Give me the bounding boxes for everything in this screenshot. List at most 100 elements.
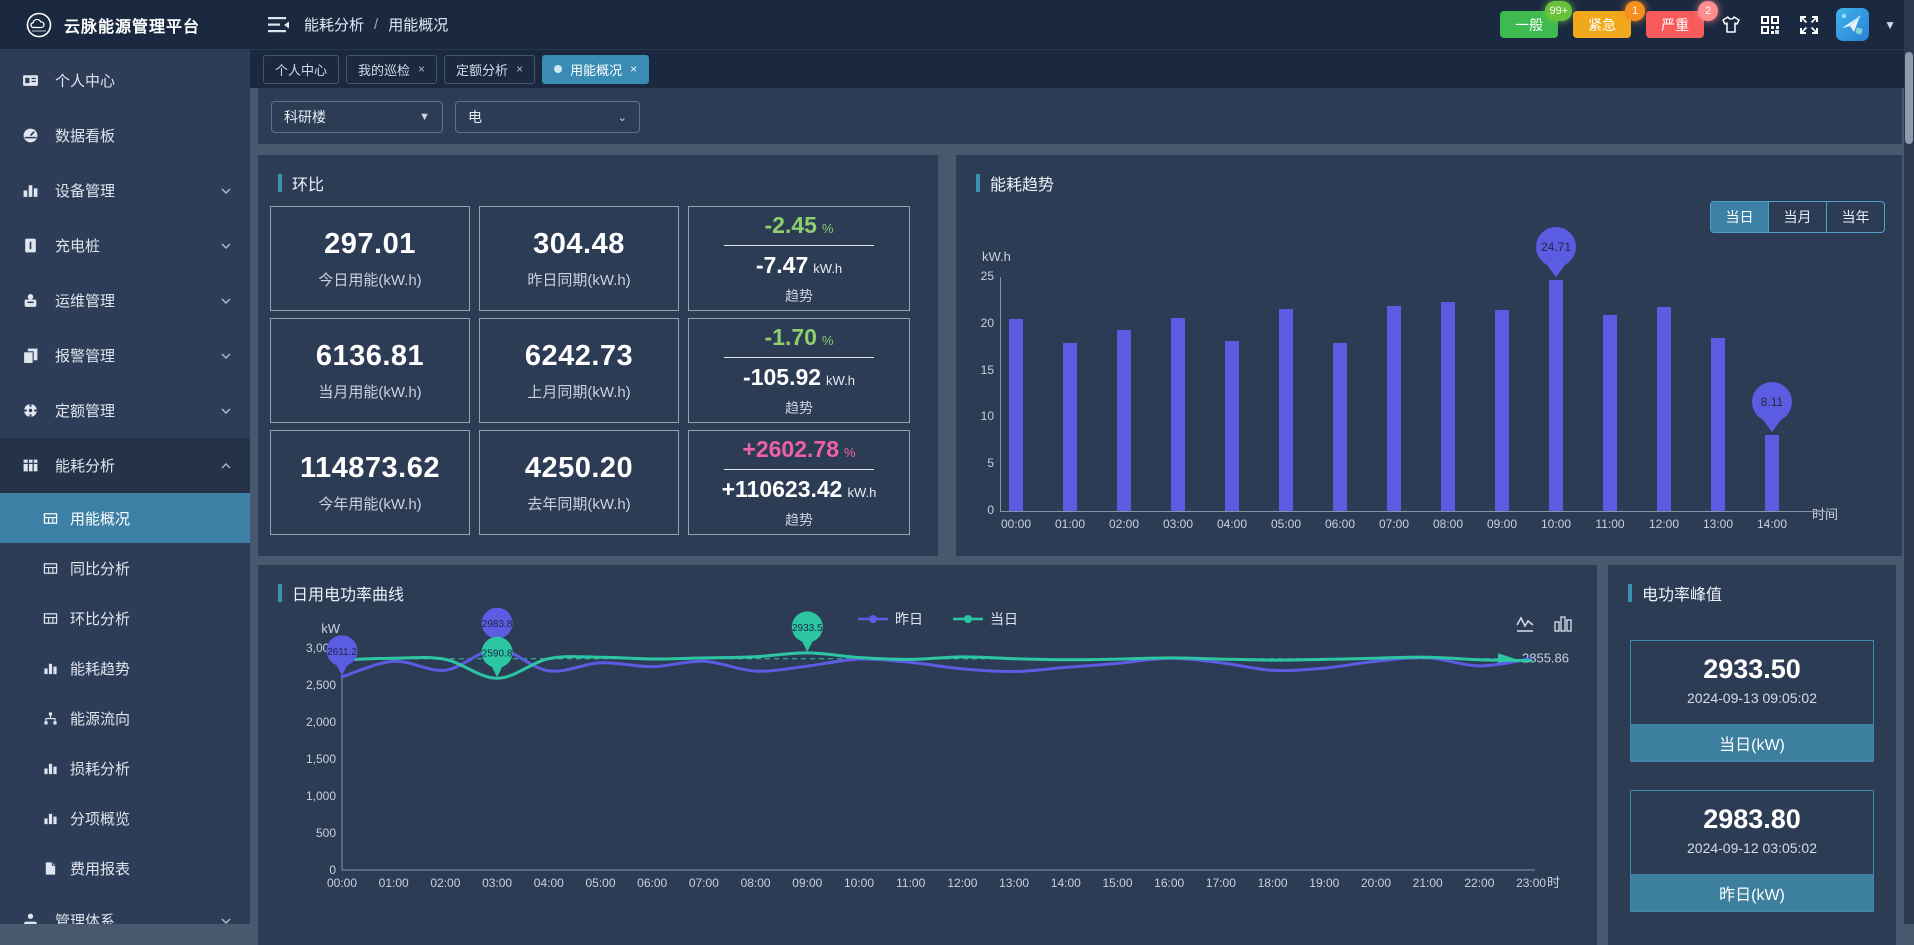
org-icon bbox=[22, 912, 39, 924]
tab-energy-overview[interactable]: 用能概况 × bbox=[542, 55, 649, 84]
bar-y-tick: 0 bbox=[956, 503, 994, 517]
sidebar-item-charging-pile[interactable]: 充电桩 bbox=[0, 218, 250, 273]
alert-severe-label: 严重 bbox=[1661, 15, 1689, 35]
ops-tool-icon bbox=[22, 292, 39, 309]
sidebar-subitem-loss-analysis[interactable]: 损耗分析 bbox=[0, 743, 250, 793]
stat-label: 今年用能(kW.h) bbox=[318, 493, 421, 514]
sidebar-item-ops-mgmt[interactable]: 运维管理 bbox=[0, 273, 250, 328]
line-x-tick: 21:00 bbox=[1413, 876, 1443, 890]
avatar-dropdown-caret[interactable]: ▼ bbox=[1884, 18, 1896, 32]
sidebar-item-alarm-mgmt[interactable]: 报警管理 bbox=[0, 328, 250, 383]
line-x-tick: 18:00 bbox=[1258, 876, 1288, 890]
line-x-tick: 20:00 bbox=[1361, 876, 1391, 890]
line-x-tick: 14:00 bbox=[1051, 876, 1081, 890]
bar bbox=[1171, 318, 1185, 511]
line-x-tick: 04:00 bbox=[534, 876, 564, 890]
trend-divider bbox=[724, 357, 874, 358]
qr-code-icon[interactable] bbox=[1758, 13, 1782, 37]
collapse-menu-icon[interactable] bbox=[268, 16, 290, 34]
fullscreen-icon[interactable] bbox=[1797, 13, 1821, 37]
stat-value: 114873.62 bbox=[300, 452, 440, 485]
building-select-value: 科研楼 bbox=[284, 107, 326, 127]
bar-x-tick: 05:00 bbox=[1260, 517, 1312, 531]
sidebar-item-label: 个人中心 bbox=[55, 70, 115, 91]
bar-x-tick: 10:00 bbox=[1530, 517, 1582, 531]
building-select[interactable]: 科研楼 ▼ bbox=[271, 101, 443, 133]
alarm-docs-icon bbox=[22, 347, 39, 364]
energy-type-select[interactable]: 电 ⌄ bbox=[455, 101, 640, 133]
document-icon bbox=[43, 861, 58, 876]
bar-chart-icon bbox=[43, 761, 58, 776]
crosshair-icon bbox=[22, 402, 39, 419]
scrollbar-thumb[interactable] bbox=[1905, 52, 1913, 144]
sidebar-item-mgmt-system[interactable]: 管理体系 bbox=[0, 893, 250, 924]
title-accent-bar bbox=[1628, 584, 1632, 602]
sidebar-subitem-mom-analysis[interactable]: 环比分析 bbox=[0, 593, 250, 643]
sidebar-subitem-cost-report[interactable]: 费用报表 bbox=[0, 843, 250, 893]
bar bbox=[1441, 302, 1455, 511]
alert-severe-badge: 2 bbox=[1698, 1, 1718, 21]
bar-x-tick: 08:00 bbox=[1422, 517, 1474, 531]
tab-label: 定额分析 bbox=[456, 60, 508, 79]
breadcrumb-section[interactable]: 能耗分析 bbox=[304, 14, 364, 35]
line-x-tick: 07:00 bbox=[689, 876, 719, 890]
sidebar-subitem-energy-trend[interactable]: 能耗趋势 bbox=[0, 643, 250, 693]
line-x-tick: 09:00 bbox=[792, 876, 822, 890]
bar-x-tick: 11:00 bbox=[1584, 517, 1636, 531]
sidebar-subitem-energy-overview[interactable]: 用能概况 bbox=[0, 493, 250, 543]
sidebar-item-device-mgmt[interactable]: 设备管理 bbox=[0, 163, 250, 218]
trend-pct-unit: % bbox=[844, 445, 856, 460]
alert-severe-button[interactable]: 严重 2 bbox=[1646, 11, 1704, 38]
stat-value: 4250.20 bbox=[525, 452, 633, 485]
user-avatar[interactable] bbox=[1836, 8, 1869, 41]
trend-pct: -2.45 bbox=[765, 212, 817, 238]
tab-close-icon[interactable]: × bbox=[418, 63, 425, 75]
trend-box-day: -2.45% -7.47kW.h 趋势 bbox=[688, 206, 910, 311]
flow-tree-icon bbox=[43, 711, 58, 726]
bar-y-tick: 5 bbox=[956, 456, 994, 470]
chevron-down-icon bbox=[220, 295, 232, 307]
energy-select-value: 电 bbox=[468, 107, 482, 127]
bar bbox=[1603, 315, 1617, 511]
tab-quota-analysis[interactable]: 定额分析 × bbox=[444, 55, 535, 84]
tab-close-icon[interactable]: × bbox=[630, 63, 637, 75]
sidebar-item-energy-analysis[interactable]: 能耗分析 bbox=[0, 438, 250, 493]
trend-abs: +110623.42 bbox=[722, 476, 843, 502]
line-x-tick: 01:00 bbox=[379, 876, 409, 890]
stat-box-last-year: 4250.20 去年同期(kW.h) bbox=[479, 430, 679, 535]
stat-label: 上月同期(kW.h) bbox=[527, 381, 630, 402]
sidebar-subitem-subitem-overview[interactable]: 分项概览 bbox=[0, 793, 250, 843]
tab-close-icon[interactable]: × bbox=[516, 63, 523, 75]
bar-x-tick: 13:00 bbox=[1692, 517, 1744, 531]
sidebar-subitem-energy-flow[interactable]: 能源流向 bbox=[0, 693, 250, 743]
bar bbox=[1225, 341, 1239, 511]
bar bbox=[1549, 280, 1563, 511]
line-x-tick: 13:00 bbox=[999, 876, 1029, 890]
sidebar-menu: 个人中心 数据看板 设备管理 充电桩 运维管理 报警管理 定额管理 bbox=[0, 49, 250, 924]
alert-urgent-button[interactable]: 紧急 1 bbox=[1573, 11, 1631, 38]
bar-pin-marker: 8.11 bbox=[1752, 382, 1792, 432]
line-axis bbox=[342, 642, 1535, 870]
peak-box-today: 2933.50 2024-09-13 09:05:02 当日(kW) bbox=[1630, 640, 1874, 762]
sidebar-item-label: 定额管理 bbox=[55, 400, 115, 421]
bar-x-tick: 07:00 bbox=[1368, 517, 1420, 531]
line-pin-label: 2983.8 bbox=[482, 619, 513, 630]
sidebar-subitem-label: 环比分析 bbox=[70, 608, 130, 629]
line-chart-plot: kW05001,0001,5002,0002,5003,00000:0001:0… bbox=[258, 565, 1597, 945]
bar-chart-icon bbox=[43, 811, 58, 826]
tab-label: 个人中心 bbox=[275, 60, 327, 79]
tab-personal-center[interactable]: 个人中心 bbox=[263, 55, 339, 84]
tab-my-inspection[interactable]: 我的巡检 × bbox=[346, 55, 437, 84]
sidebar-item-personal-center[interactable]: 个人中心 bbox=[0, 53, 250, 108]
sidebar-item-quota-mgmt[interactable]: 定额管理 bbox=[0, 383, 250, 438]
theme-skin-icon[interactable] bbox=[1719, 13, 1743, 37]
sidebar-item-dashboard[interactable]: 数据看板 bbox=[0, 108, 250, 163]
pin-label: 8.11 bbox=[1752, 382, 1792, 422]
alert-general-button[interactable]: 一般 99+ bbox=[1500, 11, 1558, 38]
peak-today-button[interactable]: 当日(kW) bbox=[1631, 724, 1873, 761]
sidebar-subitem-yoy-analysis[interactable]: 同比分析 bbox=[0, 543, 250, 593]
line-x-tick: 16:00 bbox=[1154, 876, 1184, 890]
peak-yesterday-button[interactable]: 昨日(kW) bbox=[1631, 874, 1873, 911]
sidebar-subitem-label: 能源流向 bbox=[70, 708, 130, 729]
bar-pin-marker: 24.71 bbox=[1536, 227, 1576, 277]
